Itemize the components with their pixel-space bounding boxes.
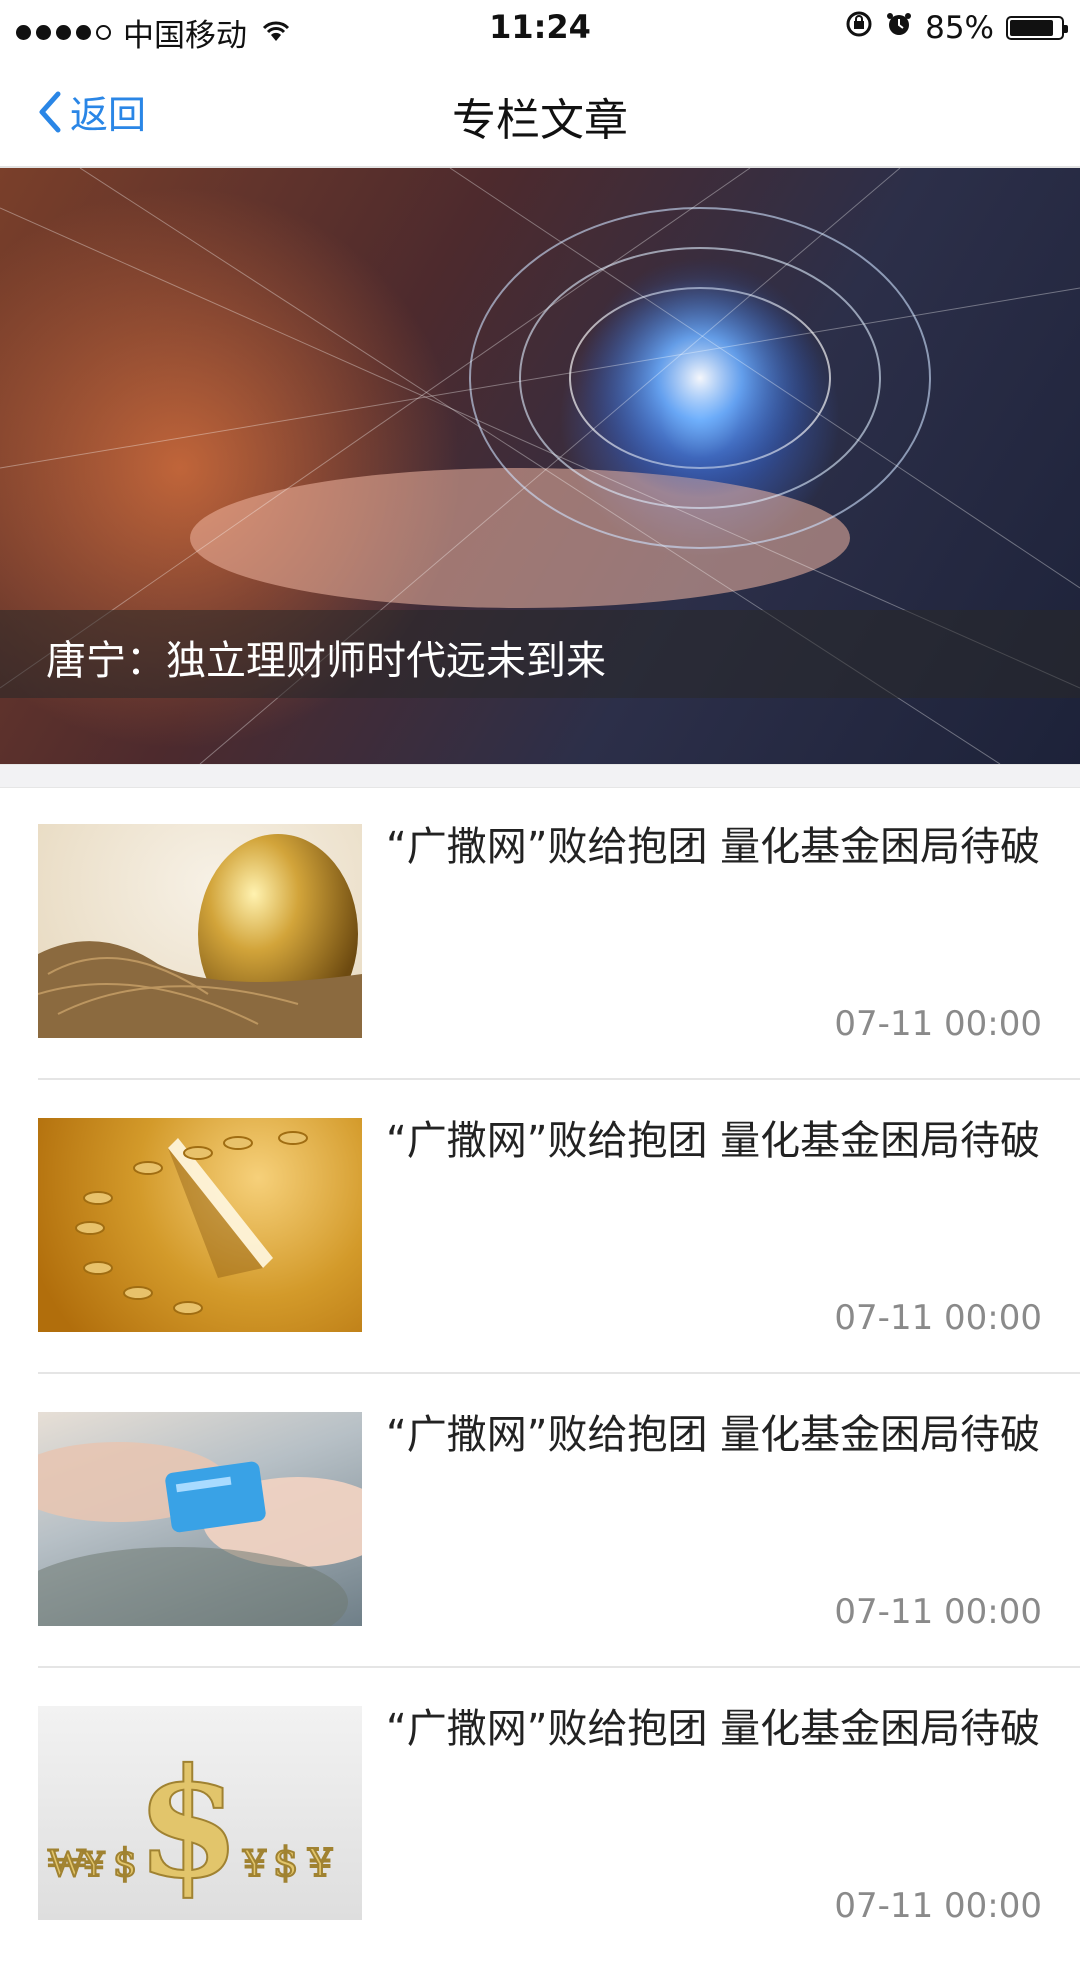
article-title: “广撒网”败给抱团 量化基金困局待破	[386, 1118, 1041, 1164]
svg-text:₩: ₩	[48, 1840, 86, 1886]
article-thumbnail: $ ₩ ¥ $ ¥ $ ¥	[38, 1706, 362, 1920]
alarm-icon	[885, 10, 913, 46]
svg-text:$: $	[136, 1736, 240, 1912]
article-title: “广撒网”败给抱团 量化基金困局待破	[386, 1412, 1041, 1458]
gold-coins-sundial-image	[75, 1131, 308, 1315]
hero-caption-bar: 唐宁：独立理财师时代远未到来	[0, 610, 1080, 698]
list-item[interactable]: “广撒网”败给抱团 量化基金困局待破 07-11 00:00	[0, 1080, 1080, 1374]
article-title: “广撒网”败给抱团 量化基金困局待破	[386, 1706, 1041, 1752]
battery-icon	[1006, 16, 1068, 40]
hero-banner[interactable]: 唐宁：独立理财师时代远未到来	[0, 168, 1080, 764]
svg-text:¥: ¥	[82, 1845, 105, 1885]
article-date: 07-11 00:00	[834, 1298, 1042, 1338]
article-thumbnail	[38, 824, 362, 1038]
svg-text:¥: ¥	[242, 1844, 267, 1885]
article-thumbnail	[38, 1118, 362, 1332]
golden-egg-image	[38, 834, 362, 1038]
navigation-bar: 返回 专栏文章	[0, 56, 1080, 168]
page-title: 专栏文章	[452, 95, 628, 146]
article-date: 07-11 00:00	[834, 1592, 1042, 1632]
battery-percent: 85%	[925, 10, 994, 46]
rotation-lock-icon	[845, 10, 873, 46]
article-title: “广撒网”败给抱团 量化基金困局待破	[386, 824, 1041, 870]
hero-caption: 唐宁：独立理财师时代远未到来	[46, 638, 606, 684]
article-date: 07-11 00:00	[834, 1004, 1042, 1044]
svg-text:$: $	[273, 1840, 298, 1886]
list-item[interactable]: “广撒网”败给抱团 量化基金困局待破 07-11 00:00	[0, 1374, 1080, 1668]
svg-text:$: $	[113, 1841, 137, 1885]
list-item[interactable]: “广撒网”败给抱团 量化基金困局待破 07-11 00:00	[0, 786, 1080, 1080]
svg-text:¥: ¥	[307, 1841, 333, 1885]
status-bar: 中国移动 11:24 85%	[0, 0, 1080, 56]
article-date: 07-11 00:00	[834, 1886, 1042, 1926]
card-handover-image	[38, 1442, 362, 1626]
article-thumbnail	[38, 1412, 362, 1626]
list-item[interactable]: $ ₩ ¥ $ ¥ $ ¥ “广撒网”败给抱团 量化基金困局待破 07-11 0…	[0, 1668, 1080, 1962]
currency-symbols-image: $ ₩ ¥ $ ¥ $ ¥	[47, 1735, 334, 1913]
status-right: 85%	[845, 10, 1068, 46]
section-divider	[0, 764, 1080, 788]
